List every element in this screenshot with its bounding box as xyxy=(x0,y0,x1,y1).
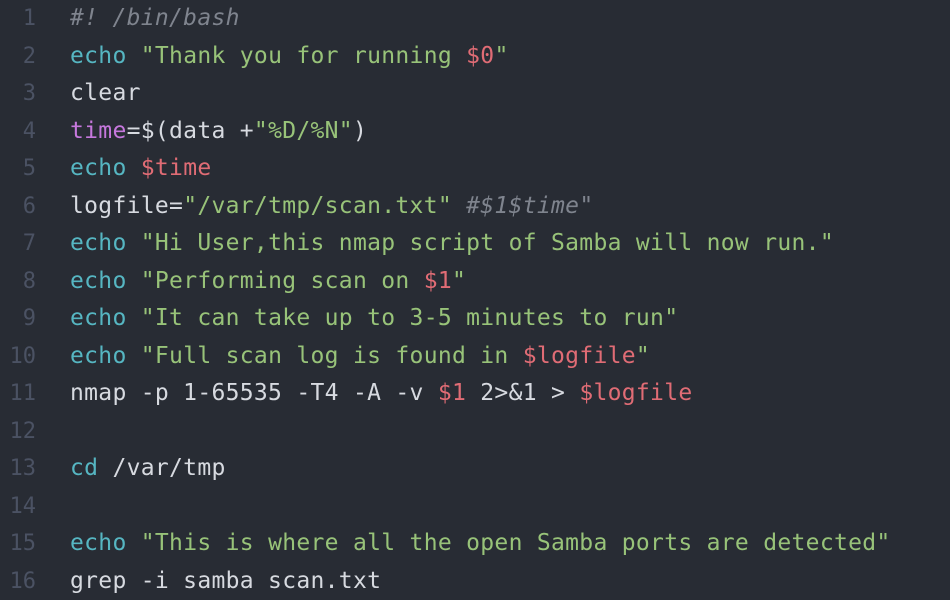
code-token-plain: grep -i samba scan.txt xyxy=(70,567,382,594)
code-token-string: " xyxy=(452,267,467,294)
code-token-string: " xyxy=(635,342,651,369)
code-token-keyword: time xyxy=(70,117,127,144)
code-token-string: "/var/tmp/scan.txt" xyxy=(183,192,452,219)
code-text[interactable]: echo $time xyxy=(70,150,212,187)
code-token-string: "%D/%N" xyxy=(253,117,353,144)
code-token-plain: /var/tmp xyxy=(98,455,226,481)
code-text[interactable]: clear xyxy=(70,75,141,112)
line-number: 5 xyxy=(22,156,36,181)
code-text[interactable]: echo "Performing scan on $1" xyxy=(70,263,466,300)
code-token-plain: =$(data + xyxy=(126,117,254,144)
line-number: 11 xyxy=(9,381,37,406)
code-line[interactable]: 6 logfile="/var/tmp/scan.txt" #$1$time" xyxy=(0,188,950,225)
code-token-var: $logfile xyxy=(579,380,693,406)
code-token-string: "Hi User,this nmap script of Samba will … xyxy=(140,230,834,256)
code-token-string: " xyxy=(494,42,509,69)
line-number: 2 xyxy=(22,43,36,69)
code-token-string: "Full scan log is found in xyxy=(140,342,523,369)
line-number: 4 xyxy=(22,118,36,144)
code-line[interactable]: 15 echo "This is where all the open Samba… xyxy=(0,525,950,562)
code-token-var: $time xyxy=(140,155,212,181)
code-line[interactable]: 4 time=$(data +"%D/%N") xyxy=(0,113,950,150)
code-token-plain: clear xyxy=(70,80,141,106)
code-text[interactable]: grep -i samba scan.txt xyxy=(70,563,381,600)
code-token-plain: nmap -p 1-65535 -T4 -A -v xyxy=(70,380,438,406)
code-text[interactable]: echo "Hi User,this nmap script of Samba … xyxy=(70,225,834,262)
line-number: 3 xyxy=(22,81,36,106)
code-token-builtin: echo xyxy=(70,230,127,256)
code-token-var: $1 xyxy=(437,380,467,406)
code-token-builtin: echo xyxy=(70,42,127,69)
code-text[interactable]: logfile="/var/tmp/scan.txt" #$1$time" xyxy=(70,188,593,225)
code-token-comment: #$1$time" xyxy=(466,192,594,219)
code-line[interactable]: 3 clear xyxy=(0,75,950,112)
code-token-string: "This is where all the open Samba ports … xyxy=(140,530,891,556)
code-text[interactable]: #! /bin/bash xyxy=(70,0,240,37)
code-text[interactable]: cd /var/tmp xyxy=(70,450,226,487)
code-text[interactable]: echo "Full scan log is found in $logfile… xyxy=(70,338,650,375)
line-number: 8 xyxy=(22,268,36,294)
line-number: 6 xyxy=(22,193,36,219)
line-number: 1 xyxy=(22,6,36,31)
code-text[interactable]: time=$(data +"%D/%N") xyxy=(70,113,367,150)
code-line[interactable]: 8 echo "Performing scan on $1" xyxy=(0,263,950,300)
code-text[interactable]: nmap -p 1-65535 -T4 -A -v $1 2>&1 > $log… xyxy=(70,375,693,412)
code-line[interactable]: 2 echo "Thank you for running $0" xyxy=(0,38,950,75)
code-text[interactable]: echo "This is where all the open Samba p… xyxy=(70,525,891,562)
line-number: 16 xyxy=(9,568,37,594)
code-line[interactable]: 9 echo "It can take up to 3-5 minutes to … xyxy=(0,300,950,337)
code-token-string: "Thank you for running xyxy=(140,42,467,69)
code-token-builtin: echo xyxy=(70,267,127,294)
code-token-var: $0 xyxy=(466,42,495,69)
code-line[interactable]: 13 cd /var/tmp xyxy=(0,450,950,487)
code-token-builtin: echo xyxy=(70,530,127,556)
code-token-string: "It can take up to 3-5 minutes to run" xyxy=(140,305,679,331)
code-text[interactable]: echo "It can take up to 3-5 minutes to r… xyxy=(70,300,678,337)
code-token-builtin: cd xyxy=(70,455,99,481)
code-token-var: $logfile xyxy=(522,342,636,369)
code-token-var: $1 xyxy=(423,267,452,294)
code-token-builtin: echo xyxy=(70,305,127,331)
code-line[interactable]: 5 echo $time xyxy=(0,150,950,187)
code-token-builtin: echo xyxy=(70,155,127,181)
code-line[interactable]: 10 echo "Full scan log is found in $logfi… xyxy=(0,338,950,375)
code-token-plain: logfile= xyxy=(70,192,184,219)
line-number: 10 xyxy=(9,343,37,369)
code-line[interactable]: 12 xyxy=(0,413,950,450)
line-number: 13 xyxy=(9,456,37,481)
line-number: 14 xyxy=(9,493,37,519)
line-number: 7 xyxy=(22,231,36,256)
code-text[interactable]: echo "Thank you for running $0" xyxy=(70,38,509,75)
line-number: 15 xyxy=(9,531,37,556)
code-line[interactable]: 11 nmap -p 1-65535 -T4 -A -v $1 2>&1 > $l… xyxy=(0,375,950,412)
code-token-comment: #! /bin/bash xyxy=(70,5,240,31)
code-line[interactable]: 16 grep -i samba scan.txt xyxy=(0,563,950,600)
code-line[interactable]: 14 xyxy=(0,488,950,525)
code-line[interactable]: 7 echo "Hi User,this nmap script of Samba… xyxy=(0,225,950,262)
code-token-plain: ) xyxy=(352,117,368,144)
code-token-plain: 2>&1 > xyxy=(466,380,580,406)
code-editor[interactable]: 1 #! /bin/bash 2 echo "Thank you for runnin… xyxy=(0,0,950,599)
code-token-string: "Performing scan on xyxy=(140,267,424,294)
line-number: 9 xyxy=(22,306,36,331)
line-number: 12 xyxy=(9,418,37,444)
code-token-builtin: echo xyxy=(70,342,127,369)
code-line[interactable]: 1 #! /bin/bash xyxy=(0,0,950,37)
